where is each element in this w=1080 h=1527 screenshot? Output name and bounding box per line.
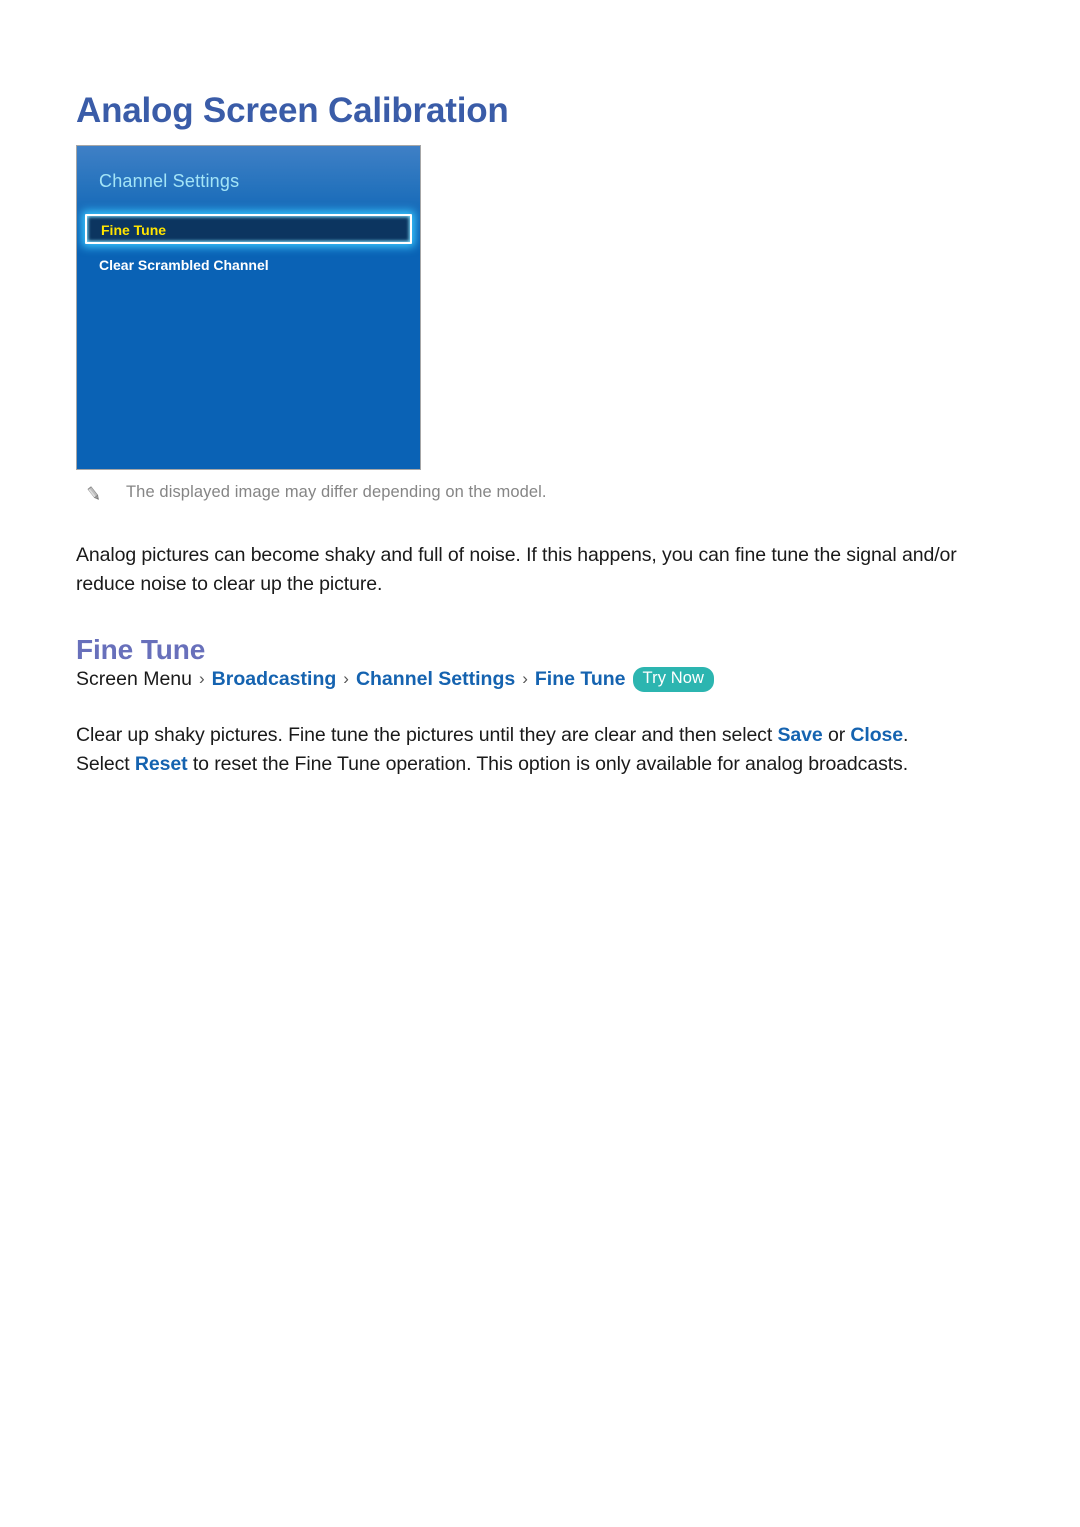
menu-item-clear-scrambled-channel[interactable]: Clear Scrambled Channel — [77, 250, 420, 280]
description-text-part-4: to reset the Fine Tune operation. This o… — [187, 752, 909, 775]
note-text: The displayed image may differ depending… — [126, 483, 547, 501]
pencil-icon — [84, 484, 104, 504]
tv-menu-panel: Channel Settings Fine Tune Clear Scrambl… — [76, 145, 421, 470]
description-text-part-1: Clear up shaky pictures. Fine tune the p… — [76, 723, 778, 746]
menu-item-label: Clear Scrambled Channel — [99, 257, 269, 273]
breadcrumb-root: Screen Menu — [76, 668, 192, 690]
breadcrumb-item-fine-tune[interactable]: Fine Tune — [535, 666, 626, 692]
section-heading-fine-tune: Fine Tune — [76, 634, 206, 666]
panel-header-title: Channel Settings — [99, 171, 240, 191]
try-now-badge[interactable]: Try Now — [632, 666, 715, 692]
menu-item-label: Fine Tune — [101, 222, 167, 238]
description-paragraph: Clear up shaky pictures. Fine tune the p… — [76, 721, 966, 779]
menu-item-fine-tune[interactable]: Fine Tune — [85, 214, 412, 244]
chevron-right-icon: › — [343, 669, 349, 688]
chevron-right-icon: › — [198, 669, 205, 688]
document-page: Analog Screen Calibration Channel Settin… — [0, 0, 1080, 1527]
breadcrumb: Screen Menu › Broadcasting › Channel Set… — [76, 666, 715, 692]
panel-menu-list: Fine Tune Clear Scrambled Channel — [77, 214, 420, 280]
note-row: The displayed image may differ depending… — [84, 483, 547, 503]
description-text-part-2: or — [822, 723, 851, 746]
keyword-close: Close — [850, 723, 904, 746]
breadcrumb-item-broadcasting[interactable]: Broadcasting — [212, 666, 337, 692]
page-title: Analog Screen Calibration — [76, 91, 509, 131]
keyword-save: Save — [777, 723, 823, 746]
chevron-right-icon: › — [522, 669, 528, 688]
intro-paragraph: Analog pictures can become shaky and ful… — [76, 543, 957, 595]
breadcrumb-item-channel-settings[interactable]: Channel Settings — [356, 666, 515, 692]
keyword-reset: Reset — [134, 752, 188, 775]
